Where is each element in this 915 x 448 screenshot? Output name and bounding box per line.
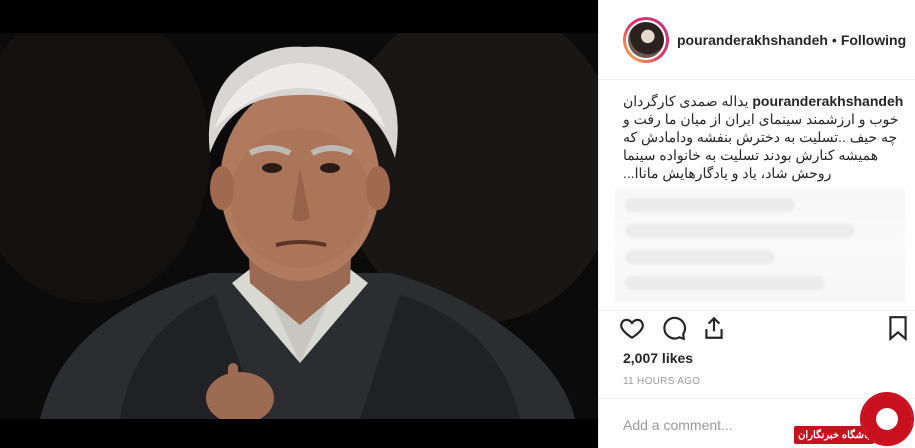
following-button[interactable]: Following <box>841 32 906 48</box>
blurred-line <box>625 250 775 264</box>
blurred-comments <box>615 188 905 302</box>
blurred-line <box>625 224 855 238</box>
post-caption: pouranderakhshandeh یداله صمدی کارگردان … <box>623 92 906 182</box>
action-bar <box>619 315 914 343</box>
post-timestamp[interactable]: 11 HOURS AGO <box>623 376 700 387</box>
avatar[interactable] <box>623 16 669 63</box>
blurred-line <box>625 198 795 212</box>
header-username[interactable]: pouranderakhshandeh <box>677 32 828 48</box>
post-media <box>0 0 598 448</box>
comment-icon[interactable] <box>661 315 689 343</box>
watermark: باشگاه خبرنگاران <box>794 392 915 448</box>
post-detail-panel: pouranderakhshandeh • Following pourande… <box>598 0 915 448</box>
divider <box>599 310 915 311</box>
header-separator: • <box>831 31 837 48</box>
blurred-line <box>625 276 825 290</box>
avatar-image <box>626 19 666 60</box>
header-text: pouranderakhshandeh • Following <box>677 32 906 48</box>
post-header: pouranderakhshandeh • Following <box>599 0 915 80</box>
bookmark-icon[interactable] <box>885 315 913 343</box>
share-icon[interactable] <box>701 315 729 343</box>
caption-username[interactable]: pouranderakhshandeh <box>752 93 903 109</box>
heart-icon[interactable] <box>619 315 647 343</box>
watermark-logo-icon <box>860 392 914 446</box>
post-photo <box>0 33 598 419</box>
likes-count[interactable]: 2,007 likes <box>623 350 693 366</box>
portrait-image <box>0 33 598 419</box>
